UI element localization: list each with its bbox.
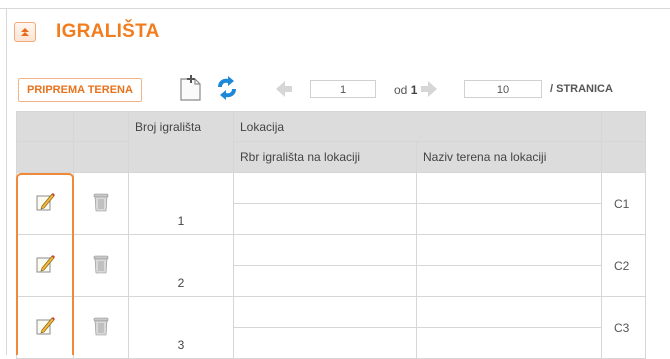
arrow-right-icon[interactable] bbox=[418, 78, 440, 103]
panel-left-border bbox=[6, 8, 7, 355]
code-column-header bbox=[601, 111, 646, 142]
edit-icon[interactable] bbox=[16, 296, 74, 359]
per-page-label: / STRANICA bbox=[550, 83, 613, 95]
table-header-row: Broj igrališta Lokacija bbox=[16, 111, 646, 173]
arrow-left-icon[interactable] bbox=[273, 78, 295, 103]
of-label: od bbox=[394, 83, 408, 97]
toolbar: PRIPREMA TERENA 1 od 1 10 / STRANICA bbox=[18, 74, 638, 104]
priprema-terena-button[interactable]: PRIPREMA TERENA bbox=[18, 78, 142, 102]
rbr-cell bbox=[233, 327, 417, 359]
location-column-header: Lokacija bbox=[233, 111, 602, 142]
name-column-header[interactable]: Naziv terena na lokaciji bbox=[416, 141, 602, 173]
name-cell bbox=[416, 296, 602, 328]
edit-icon[interactable] bbox=[16, 172, 74, 235]
collapse-up-icon[interactable] bbox=[14, 22, 36, 42]
row-code: C1 bbox=[601, 172, 646, 235]
rbr-cell bbox=[233, 265, 417, 297]
rbr-cell bbox=[233, 296, 417, 328]
rbr-cell bbox=[233, 203, 417, 235]
name-cell bbox=[416, 234, 602, 266]
trash-icon[interactable] bbox=[73, 172, 129, 235]
page-title: IGRALIŠTA bbox=[56, 21, 160, 42]
rbr-column-header[interactable]: Rbr igrališta na lokaciji bbox=[233, 141, 417, 173]
name-cell bbox=[416, 172, 602, 204]
rbr-cell bbox=[233, 172, 417, 204]
edit-column-subheader bbox=[16, 141, 74, 173]
row-number: 1 bbox=[128, 172, 234, 235]
name-cell bbox=[416, 203, 602, 235]
table-row: 3 C3 bbox=[16, 296, 646, 359]
code-column-subheader bbox=[601, 141, 646, 173]
name-cell bbox=[416, 327, 602, 359]
delete-column-subheader bbox=[73, 141, 129, 173]
table-subheader-row: Rbr igrališta na lokaciji Naziv terena n… bbox=[16, 141, 646, 173]
page-size-input[interactable]: 10 bbox=[464, 80, 542, 98]
page-of-label: od 1 bbox=[394, 83, 417, 97]
trash-icon[interactable] bbox=[73, 296, 129, 359]
table-row: 2 C2 bbox=[16, 234, 646, 297]
row-number: 2 bbox=[128, 234, 234, 297]
row-number: 3 bbox=[128, 296, 234, 359]
trash-icon[interactable] bbox=[73, 234, 129, 297]
row-code: C3 bbox=[601, 296, 646, 359]
name-cell bbox=[416, 265, 602, 297]
total-pages: 1 bbox=[410, 83, 418, 97]
row-code: C2 bbox=[601, 234, 646, 297]
delete-column-header bbox=[73, 111, 129, 142]
edit-icon[interactable] bbox=[16, 234, 74, 297]
rbr-cell bbox=[233, 234, 417, 266]
table-row: 1 C1 bbox=[16, 172, 646, 235]
panel-top-border bbox=[0, 8, 670, 9]
current-page-input[interactable]: 1 bbox=[310, 80, 376, 98]
number-column-header[interactable]: Broj igrališta bbox=[128, 111, 234, 173]
new-document-icon[interactable] bbox=[178, 74, 204, 105]
panel-header: IGRALIŠTA bbox=[14, 17, 160, 47]
refresh-icon[interactable] bbox=[214, 75, 240, 104]
playgrounds-table: Broj igrališta Lokacija Rbr igrališta na… bbox=[16, 111, 646, 359]
edit-column-header bbox=[16, 111, 74, 142]
